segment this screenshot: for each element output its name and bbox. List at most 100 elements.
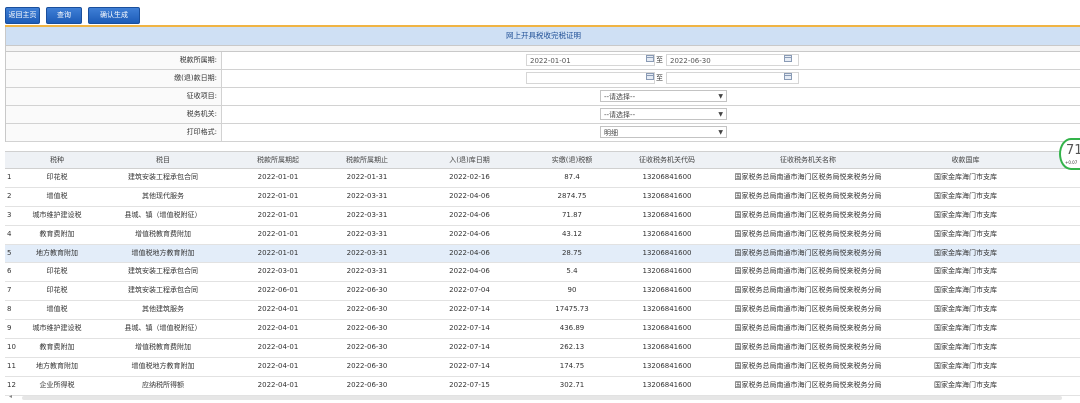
cell-treasury: 国家金库海门市支库 xyxy=(934,324,997,333)
cell-tax-item: 应纳税所得额 xyxy=(142,380,184,389)
cell-office-name: 国家税务总局南通市海门区税务局悦来税务分局 xyxy=(734,248,882,257)
score-badge: 71 +0.07 xyxy=(1059,138,1080,170)
table-body: 1 印花税 建筑安装工程承包合同 2022-01-01 2022-01-31 2022-0… xyxy=(5,169,1080,396)
cell-period-end: 2022-06-30 xyxy=(346,305,388,314)
cell-office-name: 国家税务总局南通市海门区税务局悦来税务分局 xyxy=(734,324,882,333)
cell-period-end: 2022-03-31 xyxy=(346,248,388,257)
cell-treasury: 国家金库海门市支库 xyxy=(934,173,997,181)
cell-period-start: 2022-04-01 xyxy=(257,380,299,389)
cell-treasury: 国家金库海门市支库 xyxy=(934,191,997,200)
cell-period-end: 2022-03-31 xyxy=(346,210,388,219)
cell-office-name: 国家税务总局南通市海门区税务局悦来税务分局 xyxy=(734,343,882,352)
horizontal-scrollbar[interactable] xyxy=(22,396,1062,400)
cell-tax-type: 地方教育附加 xyxy=(36,361,78,370)
cell-paid-amount: 174.75 xyxy=(559,361,585,370)
table-row[interactable]: 12 企业所得税 应纳税所得额 2022-04-01 2022-06-30 2022-07… xyxy=(5,377,1080,396)
payment-date-label: 缴(退)款日期: xyxy=(6,70,222,87)
cell-tax-item: 增值税地方教育附加 xyxy=(131,248,195,257)
print-format-row: 打印格式: 明细 ▼ xyxy=(6,124,1080,142)
query-button[interactable]: 查询 xyxy=(46,7,82,24)
cell-office-code: 13206841600 xyxy=(642,229,692,238)
cell-storage-date: 2022-04-06 xyxy=(449,267,490,276)
cell-storage-date: 2022-07-14 xyxy=(449,305,490,314)
print-format-label: 打印格式: xyxy=(6,124,222,141)
table-row[interactable]: 1 印花税 建筑安装工程承包合同 2022-01-01 2022-01-31 2022-0… xyxy=(5,169,1080,188)
table-row[interactable]: 3 城市维护建设税 县城、镇（增值税附征） 2022-01-01 2022-03-31 2… xyxy=(5,207,1080,226)
confirm-generate-button[interactable]: 确认生成 xyxy=(88,7,140,24)
calendar-icon[interactable] xyxy=(646,55,654,62)
column-header-period-start[interactable]: 税款所属期起 xyxy=(231,152,325,168)
cell-treasury: 国家金库海门市支库 xyxy=(934,343,997,352)
column-header-office-name[interactable]: 征收税务机关名称 xyxy=(720,152,896,168)
table-row[interactable]: 9 城市维护建设税 县城、镇（增值税附征） 2022-04-01 2022-06-30 2… xyxy=(5,320,1080,340)
tax-period-row: 税款所属期: 2022-01-01 至 2022-06-30 xyxy=(6,52,1080,70)
tax-period-label: 税款所属期: xyxy=(6,52,222,69)
cell-paid-amount: 5.4 xyxy=(566,267,578,276)
cell-office-code: 13206841600 xyxy=(642,380,692,389)
cell-period-end: 2022-06-30 xyxy=(346,343,388,352)
calendar-icon[interactable] xyxy=(784,55,792,62)
levy-item-select[interactable]: --请选择-- ▼ xyxy=(600,90,727,102)
table-row[interactable]: 6 印花税 建筑安装工程承包合同 2022-03-01 2022-03-31 2022-0… xyxy=(5,263,1080,283)
cell-tax-type: 增值税 xyxy=(46,305,68,314)
table-row[interactable]: 10 教育费附加 增值税教育费附加 2022-04-01 2022-06-30 2022-… xyxy=(5,339,1080,358)
cell-period-end: 2022-06-30 xyxy=(346,361,388,370)
table-row[interactable]: 5 地方教育附加 增值税地方教育附加 2022-01-01 2022-03-31 2022… xyxy=(5,244,1080,264)
to-separator: 至 xyxy=(656,74,663,82)
cell-storage-date: 2022-07-04 xyxy=(449,286,490,295)
dropdown-arrow-icon: ▼ xyxy=(718,129,723,136)
cell-period-start: 2022-01-01 xyxy=(257,229,299,238)
column-header-office-code[interactable]: 征收税务机关代码 xyxy=(614,152,720,168)
payment-date-from-input[interactable] xyxy=(526,72,655,84)
table-row[interactable]: 8 增值税 其他建筑服务 2022-04-01 2022-06-30 2022-07-14… xyxy=(5,301,1080,321)
cell-treasury: 国家金库海门市支库 xyxy=(934,286,997,295)
column-header-paid-amount[interactable]: 实缴(退)税额 xyxy=(530,152,614,168)
tax-office-select[interactable]: --请选择-- ▼ xyxy=(600,108,727,120)
back-home-button[interactable]: 返回主页 xyxy=(5,7,40,24)
cell-row-number: 5 xyxy=(7,248,12,257)
tax-period-to-input[interactable]: 2022-06-30 xyxy=(666,54,799,66)
column-header-row-number[interactable] xyxy=(5,152,19,168)
tax-office-row: 税务机关: --请选择-- ▼ xyxy=(6,106,1080,124)
column-header-period-end[interactable]: 税款所属期止 xyxy=(325,152,409,168)
calendar-icon[interactable] xyxy=(784,73,792,80)
cell-period-start: 2022-04-01 xyxy=(257,343,299,352)
table-row[interactable]: 7 印花税 建筑安装工程承包合同 2022-06-01 2022-06-30 2022-0… xyxy=(5,282,1080,302)
table-row[interactable]: 2 增值税 其他现代服务 2022-01-01 2022-03-31 2022-04-06… xyxy=(5,188,1080,207)
tax-office-value: --请选择-- xyxy=(604,111,636,119)
cell-storage-date: 2022-04-06 xyxy=(449,210,490,219)
column-header-treasury[interactable]: 收款国库 xyxy=(896,152,1035,168)
cell-row-number: 8 xyxy=(7,305,12,314)
calendar-icon[interactable] xyxy=(646,73,654,80)
cell-row-number: 6 xyxy=(7,267,12,276)
cell-office-name: 国家税务总局南通市海门区税务局悦来税务分局 xyxy=(734,267,882,276)
cell-office-code: 13206841600 xyxy=(642,248,692,257)
payment-date-to-input[interactable] xyxy=(666,72,799,84)
cell-tax-item: 增值税教育费附加 xyxy=(135,229,191,238)
cell-tax-item: 建筑安装工程承包合同 xyxy=(128,173,198,181)
cell-period-start: 2022-04-01 xyxy=(257,305,299,314)
cell-period-start: 2022-03-01 xyxy=(257,267,299,276)
cell-storage-date: 2022-07-15 xyxy=(449,380,490,389)
column-header-storage-date[interactable]: 入(退)库日期 xyxy=(409,152,530,168)
cell-office-name: 国家税务总局南通市海门区税务局悦来税务分局 xyxy=(734,191,882,200)
column-header-tax-type[interactable]: 税种 xyxy=(19,152,95,168)
query-form: 网上开具税收完税证明 税款所属期: 2022-01-01 至 2022-06-3… xyxy=(5,27,1080,142)
cell-row-number: 3 xyxy=(7,210,12,219)
cell-tax-item: 其他现代服务 xyxy=(142,191,184,200)
cell-paid-amount: 2874.75 xyxy=(557,191,587,200)
print-format-select[interactable]: 明细 ▼ xyxy=(600,126,727,138)
cell-tax-type: 企业所得税 xyxy=(39,380,75,389)
tax-period-from-input[interactable]: 2022-01-01 xyxy=(526,54,655,66)
cell-paid-amount: 17475.73 xyxy=(555,305,589,314)
table-row[interactable]: 4 教育费附加 增值税教育费附加 2022-01-01 2022-03-31 2022-0… xyxy=(5,226,1080,245)
tax-office-label: 税务机关: xyxy=(6,106,222,123)
scroll-left-icon[interactable]: ◂ xyxy=(9,393,12,400)
cell-row-number: 7 xyxy=(7,286,12,295)
cell-office-code: 13206841600 xyxy=(642,361,692,370)
table-row[interactable]: 11 地方教育附加 增值税地方教育附加 2022-04-01 2022-06-30 202… xyxy=(5,358,1080,377)
cell-tax-type: 地方教育附加 xyxy=(36,248,78,257)
column-header-tax-item[interactable]: 税目 xyxy=(95,152,231,168)
cell-tax-type: 教育费附加 xyxy=(39,229,75,238)
cell-tax-item: 建筑安装工程承包合同 xyxy=(128,267,198,276)
